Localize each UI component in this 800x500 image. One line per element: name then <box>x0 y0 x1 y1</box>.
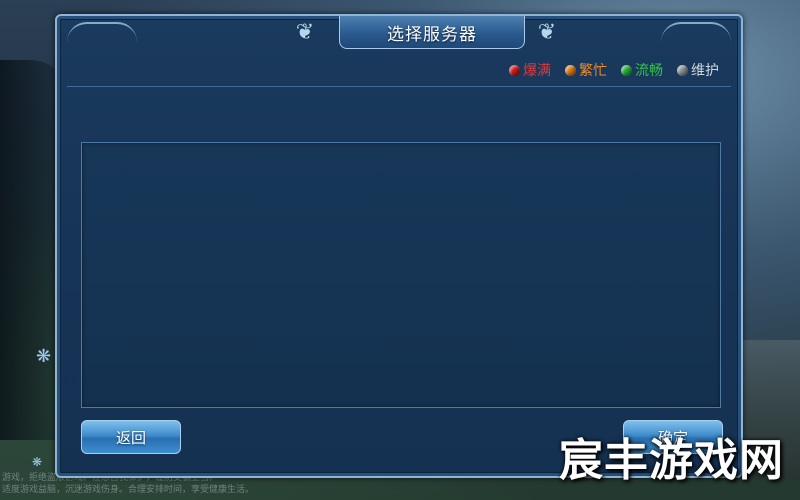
legend-item-full: 爆满 <box>509 60 551 80</box>
gray-status-dot-icon <box>677 64 688 76</box>
legend-label-smooth: 流畅 <box>635 63 663 79</box>
legend-item-maintenance: 维护 <box>677 60 719 80</box>
orange-status-dot-icon <box>565 64 576 76</box>
corner-ornament-right <box>661 22 731 44</box>
legend-label-full: 爆满 <box>523 63 551 79</box>
butterfly-small-decoration-icon: ❋ <box>32 455 43 469</box>
red-status-dot-icon <box>509 64 520 76</box>
server-status-legend: 爆满 繁忙 流畅 维护 <box>509 60 719 80</box>
green-status-dot-icon <box>621 64 632 76</box>
server-select-dialog: ❦ 选择服务器 ❦ 爆满 繁忙 流畅 维护 返回 确定 <box>55 14 743 478</box>
header-divider <box>67 86 731 87</box>
back-button[interactable]: 返回 <box>81 420 181 454</box>
site-watermark: 宸丰游戏网 <box>559 435 784 486</box>
legend-item-busy: 繁忙 <box>565 60 607 80</box>
dialog-title: 选择服务器 <box>387 24 477 45</box>
legend-item-smooth: 流畅 <box>621 60 663 80</box>
health-notice-line2: 适度游戏益脑，沉迷游戏伤身。合理安排时间，享受健康生活。 <box>2 485 255 495</box>
corner-ornament-left <box>67 22 137 44</box>
swirl-ornament-left-icon: ❦ <box>295 20 315 45</box>
butterfly-decoration-icon: ❋ <box>36 346 52 367</box>
swirl-ornament-right-icon: ❦ <box>537 20 557 45</box>
server-list-area[interactable] <box>81 142 721 408</box>
legend-label-maintenance: 维护 <box>691 63 719 79</box>
legend-label-busy: 繁忙 <box>579 63 607 79</box>
dialog-title-plate: 选择服务器 <box>339 16 525 49</box>
